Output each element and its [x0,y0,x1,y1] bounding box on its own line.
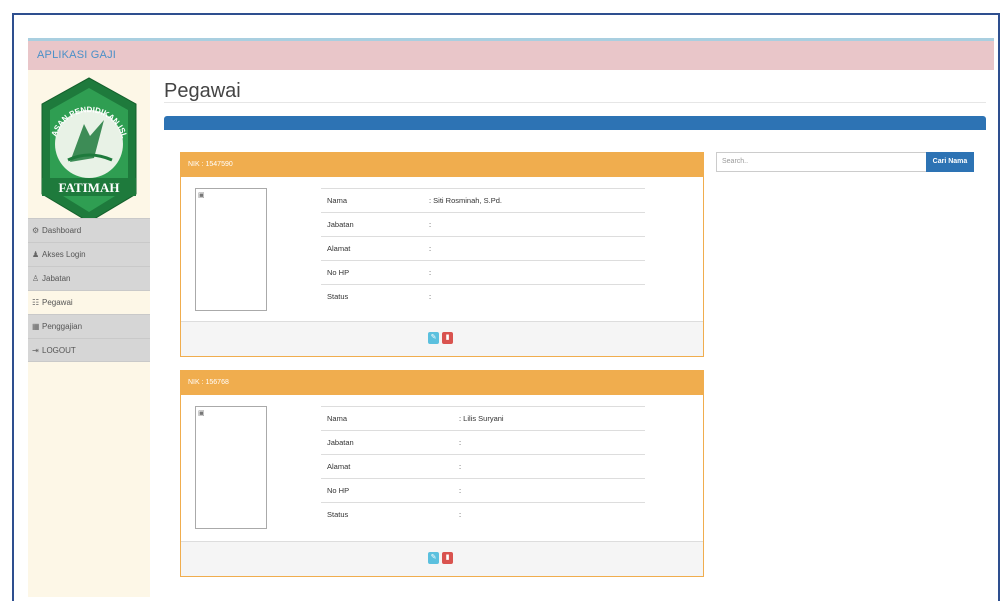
table-row: Status: [321,284,645,308]
sidebar-menu: ⚙ Dashboard ♟ Akses Login ♙ Jabatan ☷ Pe… [28,218,150,362]
calculator-icon: ▦ [32,322,40,331]
field-value: : [423,212,645,237]
employee-nik: NIK : 156768 [181,371,703,395]
employee-card: NIK : 156768 ▣ Nama: Lilis Suryani Jabat… [180,370,704,577]
field-label: No HP [321,260,423,285]
sidebar-item-label: Akses Login [42,250,86,259]
field-value: : Lilis Suryani [453,406,645,431]
sidebar-item-label: Dashboard [42,226,82,235]
panel-header [164,116,986,130]
sidebar: YAYASAN PENDIDIKAN ISLAM FATIMAH ⚙ Dashb… [28,70,150,597]
table-row: Nama: Siti Rosminah, S.Pd. [321,188,645,213]
user-plus-icon: ♙ [32,274,40,283]
sidebar-item-label: Pegawai [42,298,73,307]
field-label: Status [321,502,453,526]
sidebar-item-dashboard[interactable]: ⚙ Dashboard [28,218,150,242]
table-row: Status: [321,502,645,526]
employee-detail-table: Nama: Siti Rosminah, S.Pd. Jabatan: Alam… [321,188,645,308]
field-value: : [453,502,645,526]
search-input[interactable]: Search.. [716,152,928,172]
employee-photo: ▣ [195,188,267,311]
employee-nik: NIK : 1547590 [181,153,703,177]
field-label: No HP [321,478,453,503]
user-icon: ♟ [32,250,40,259]
sidebar-item-akses-login[interactable]: ♟ Akses Login [28,242,150,266]
field-label: Nama [321,406,453,431]
sidebar-item-pegawai[interactable]: ☷ Pegawai [28,290,150,314]
employee-photo: ▣ [195,406,267,529]
broken-image-icon: ▣ [198,192,205,199]
field-label: Status [321,284,423,308]
delete-button[interactable]: ▮ [442,552,453,564]
table-row: Jabatan: [321,430,645,455]
sidebar-item-jabatan[interactable]: ♙ Jabatan [28,266,150,290]
users-icon: ☷ [32,298,40,307]
table-row: No HP: [321,260,645,285]
field-label: Alamat [321,236,423,261]
sidebar-item-logout[interactable]: ⇥ LOGOUT [28,338,150,362]
table-row: Jabatan: [321,212,645,237]
card-footer: ✎ ▮ [181,541,703,576]
logout-icon: ⇥ [32,345,39,355]
page-title: Pegawai [164,80,241,102]
dashboard-icon: ⚙ [32,226,40,235]
delete-button[interactable]: ▮ [442,332,453,344]
sidebar-item-label: Penggajian [42,322,83,331]
field-label: Jabatan [321,212,423,237]
field-value: : [453,430,645,455]
search-button[interactable]: Cari Nama [926,152,974,172]
fatimah-logo: YAYASAN PENDIDIKAN ISLAM FATIMAH [32,76,137,223]
sidebar-item-label: LOGOUT [42,345,76,355]
broken-image-icon: ▣ [198,410,205,417]
field-value: : [423,284,645,308]
edit-icon: ✎ [430,334,437,341]
field-label: Nama [321,188,423,213]
edit-button[interactable]: ✎ [428,332,439,344]
field-label: Jabatan [321,430,453,455]
field-value: : [423,260,645,285]
table-row: Alamat: [321,236,645,261]
sidebar-item-penggajian[interactable]: ▦ Penggajian [28,314,150,338]
sidebar-item-label: Jabatan [42,274,71,283]
employee-detail-table: Nama: Lilis Suryani Jabatan: Alamat: No … [321,406,645,526]
trash-icon: ▮ [445,554,450,561]
edit-button[interactable]: ✎ [428,552,439,564]
field-value: : [453,454,645,479]
field-value: : [453,478,645,503]
logo-name: FATIMAH [59,180,120,195]
app-title[interactable]: APLIKASI GAJI [37,49,116,61]
table-row: Alamat: [321,454,645,479]
trash-icon: ▮ [445,334,450,341]
field-value: : Siti Rosminah, S.Pd. [423,188,645,213]
card-footer: ✎ ▮ [181,321,703,356]
table-row: No HP: [321,478,645,503]
field-value: : [423,236,645,261]
field-label: Alamat [321,454,453,479]
top-navbar: APLIKASI GAJI [28,38,994,70]
table-row: Nama: Lilis Suryani [321,406,645,431]
edit-icon: ✎ [430,554,437,561]
employee-card: NIK : 1547590 ▣ Nama: Siti Rosminah, S.P… [180,152,704,357]
title-divider [164,102,986,103]
